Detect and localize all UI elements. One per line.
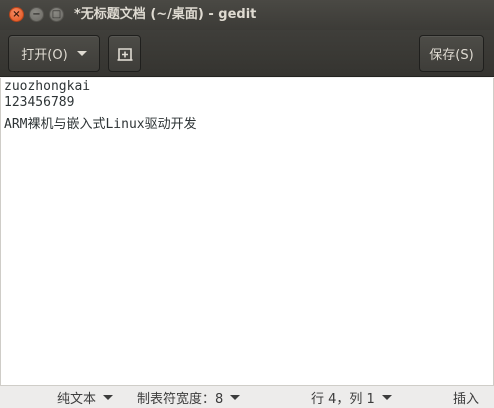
- status-bar: 纯文本 制表符宽度：8 行 4，列 1 插入: [0, 385, 494, 408]
- save-button-label: 保存(S): [429, 48, 474, 63]
- close-window-icon[interactable]: ×: [9, 7, 24, 22]
- editor-line[interactable]: ARM裸机与嵌入式Linux驱动开发: [1, 114, 493, 135]
- maximize-window-icon[interactable]: □: [49, 7, 64, 22]
- chevron-down-icon: [381, 395, 392, 400]
- tab-width-label: 制表符宽度：8: [137, 392, 224, 407]
- chevron-down-icon: [76, 51, 87, 56]
- tab-width-selector[interactable]: 制表符宽度：8: [137, 386, 241, 408]
- editor-line[interactable]: 123456789: [1, 95, 493, 111]
- cursor-position-label: 行 4，列 1: [311, 392, 375, 407]
- minimize-window-icon[interactable]: −: [29, 7, 44, 22]
- language-label: 纯文本: [57, 392, 97, 407]
- new-document-button[interactable]: [108, 35, 141, 72]
- title-bar[interactable]: × − □ *无标题文档 (~/桌面) - gedit: [0, 0, 494, 30]
- editor-line[interactable]: zuozhongkai: [1, 79, 493, 95]
- window-title: *无标题文档 (~/桌面) - gedit: [74, 7, 257, 22]
- header-bar: 打开(O) 保存(S): [0, 30, 494, 77]
- open-button[interactable]: 打开(O): [8, 35, 100, 72]
- chevron-down-icon: [103, 395, 114, 400]
- new-tab-icon: [117, 47, 132, 61]
- insert-mode-label: 插入: [453, 392, 480, 407]
- chevron-down-icon: [230, 395, 241, 400]
- cursor-position-selector[interactable]: 行 4，列 1: [311, 386, 392, 408]
- save-button[interactable]: 保存(S): [419, 35, 484, 72]
- language-selector[interactable]: 纯文本: [57, 386, 114, 408]
- insert-mode-indicator: 插入: [453, 386, 479, 408]
- open-button-label: 打开(O): [21, 48, 68, 63]
- text-editor[interactable]: zuozhongkai 123456789 ARM裸机与嵌入式Linux驱动开发: [0, 78, 494, 385]
